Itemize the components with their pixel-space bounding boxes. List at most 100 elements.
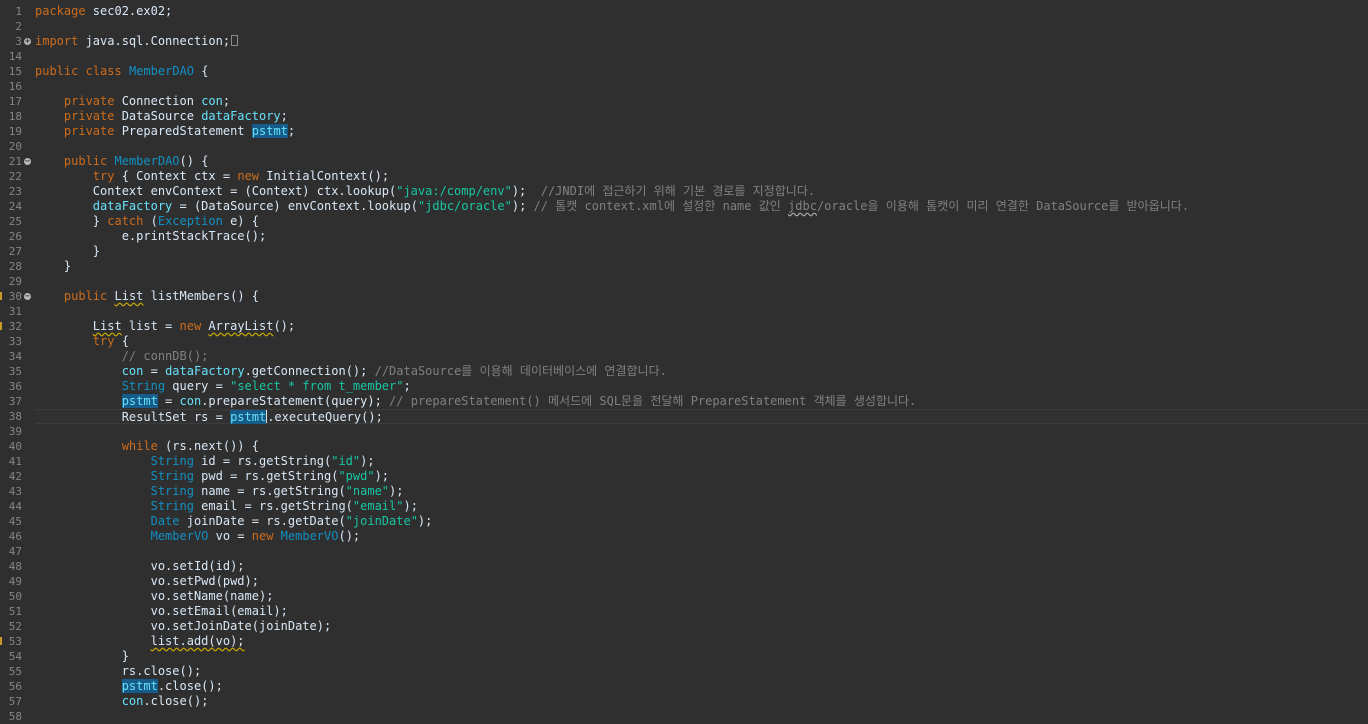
- code-line[interactable]: dataFactory = (DataSource) envContext.lo…: [35, 199, 1368, 214]
- code-line[interactable]: vo.setName(name);: [35, 589, 1368, 604]
- line-number: 47: [8, 545, 22, 558]
- line-number: 30: [8, 290, 22, 303]
- line-number: 42: [8, 470, 22, 483]
- line-number: 28: [8, 260, 22, 273]
- line-number: 29: [8, 275, 22, 288]
- code-line[interactable]: pstmt = con.prepareStatement(query); // …: [35, 394, 1368, 409]
- line-number: 41: [8, 455, 22, 468]
- occurrence-highlight: pstmt: [121, 679, 158, 693]
- line-number: 35: [8, 365, 22, 378]
- code-line[interactable]: }: [35, 649, 1368, 664]
- code-line[interactable]: } catch (Exception e) {: [35, 214, 1368, 229]
- line-number: 44: [8, 500, 22, 513]
- code-area[interactable]: package sec02.ex02; import java.sql.Conn…: [33, 4, 1368, 724]
- line-number: 19: [8, 125, 22, 138]
- code-line[interactable]: }: [35, 244, 1368, 259]
- line-number: 43: [8, 485, 22, 498]
- line-number: 22: [8, 170, 22, 183]
- line-number: 25: [8, 215, 22, 228]
- code-line[interactable]: Date joinDate = rs.getDate("joinDate");: [35, 514, 1368, 529]
- occurrence-highlight: pstmt: [251, 124, 288, 138]
- code-line[interactable]: }: [35, 259, 1368, 274]
- line-number: 21: [8, 155, 22, 168]
- code-line[interactable]: String pwd = rs.getString("pwd");: [35, 469, 1368, 484]
- line-number: 52: [8, 620, 22, 633]
- code-line[interactable]: private PreparedStatement pstmt;: [35, 124, 1368, 139]
- code-line[interactable]: con.close();: [35, 694, 1368, 709]
- code-line[interactable]: Context envContext = (Context) ctx.looku…: [35, 184, 1368, 199]
- code-line[interactable]: try {: [35, 334, 1368, 349]
- code-line[interactable]: vo.setJoinDate(joinDate);: [35, 619, 1368, 634]
- line-number: 20: [8, 140, 22, 153]
- line-number: 46: [8, 530, 22, 543]
- line-number: 36: [8, 380, 22, 393]
- collapse-fold-icon[interactable]: −: [24, 158, 31, 165]
- line-number: 40: [8, 440, 22, 453]
- code-line[interactable]: // connDB();: [35, 349, 1368, 364]
- code-line[interactable]: List list = new ArrayList();: [35, 319, 1368, 334]
- line-number: 56: [8, 680, 22, 693]
- line-number: 53: [8, 635, 22, 648]
- collapse-fold-icon[interactable]: −: [24, 293, 31, 300]
- occurrence-highlight: pstmt: [230, 410, 267, 424]
- code-line[interactable]: vo.setPwd(pwd);: [35, 574, 1368, 589]
- line-number: 54: [8, 650, 22, 663]
- code-line[interactable]: public List listMembers() {: [35, 289, 1368, 304]
- line-number: 34: [8, 350, 22, 363]
- folded-imports-icon[interactable]: [231, 35, 239, 46]
- warning-marker-icon: [0, 322, 2, 330]
- code-line[interactable]: vo.setEmail(email);: [35, 604, 1368, 619]
- line-number: 48: [8, 560, 22, 573]
- line-number: 33: [8, 335, 22, 348]
- code-line[interactable]: rs.close();: [35, 664, 1368, 679]
- occurrence-highlight: pstmt: [121, 394, 158, 408]
- line-number: 31: [8, 305, 22, 318]
- expand-fold-icon[interactable]: +: [24, 38, 31, 45]
- code-line[interactable]: list.add(vo);: [35, 634, 1368, 649]
- line-number: 50: [8, 590, 22, 603]
- code-line[interactable]: private DataSource dataFactory;: [35, 109, 1368, 124]
- code-line[interactable]: String email = rs.getString("email");: [35, 499, 1368, 514]
- line-number-gutter: 1 2 3 + 14 15 16 17 18 19 20 21 − 22 23 …: [0, 4, 33, 724]
- line-number: 3: [15, 35, 22, 48]
- line-number: 57: [8, 695, 22, 708]
- code-line[interactable]: try { Context ctx = new InitialContext()…: [35, 169, 1368, 184]
- line-number: 37: [8, 395, 22, 408]
- code-line[interactable]: e.printStackTrace();: [35, 229, 1368, 244]
- line-number: 14: [8, 50, 22, 63]
- line-number: 51: [8, 605, 22, 618]
- line-number: 1: [15, 5, 22, 18]
- code-line[interactable]: public class MemberDAO {: [35, 64, 1368, 79]
- line-number: 58: [8, 710, 22, 723]
- line-number: 49: [8, 575, 22, 588]
- code-line[interactable]: private Connection con;: [35, 94, 1368, 109]
- line-number: 45: [8, 515, 22, 528]
- code-line[interactable]: String name = rs.getString("name");: [35, 484, 1368, 499]
- code-line[interactable]: MemberVO vo = new MemberVO();: [35, 529, 1368, 544]
- line-number: 18: [8, 110, 22, 123]
- warning-marker-icon: [0, 637, 2, 645]
- code-line[interactable]: import java.sql.Connection;: [35, 34, 1368, 49]
- code-line[interactable]: package sec02.ex02;: [35, 4, 1368, 19]
- line-number: 32: [8, 320, 22, 333]
- code-line[interactable]: public MemberDAO() {: [35, 154, 1368, 169]
- code-editor[interactable]: 1 2 3 + 14 15 16 17 18 19 20 21 − 22 23 …: [0, 4, 1368, 724]
- code-line[interactable]: String id = rs.getString("id");: [35, 454, 1368, 469]
- line-number: 16: [8, 80, 22, 93]
- code-line[interactable]: vo.setId(id);: [35, 559, 1368, 574]
- code-line[interactable]: pstmt.close();: [35, 679, 1368, 694]
- code-line[interactable]: con = dataFactory.getConnection(); //Dat…: [35, 364, 1368, 379]
- line-number: 26: [8, 230, 22, 243]
- line-number: 55: [8, 665, 22, 678]
- current-code-line[interactable]: ResultSet rs = pstmt.executeQuery();: [35, 409, 1368, 424]
- line-number: 39: [8, 425, 22, 438]
- code-line[interactable]: String query = "select * from t_member";: [35, 379, 1368, 394]
- line-number: 27: [8, 245, 22, 258]
- code-line[interactable]: while (rs.next()) {: [35, 439, 1368, 454]
- line-number: 24: [8, 200, 22, 213]
- line-number: 38: [8, 410, 22, 423]
- line-number: 17: [8, 95, 22, 108]
- line-number: 2: [15, 20, 22, 33]
- warning-marker-icon: [0, 292, 2, 300]
- line-number: 15: [8, 65, 22, 78]
